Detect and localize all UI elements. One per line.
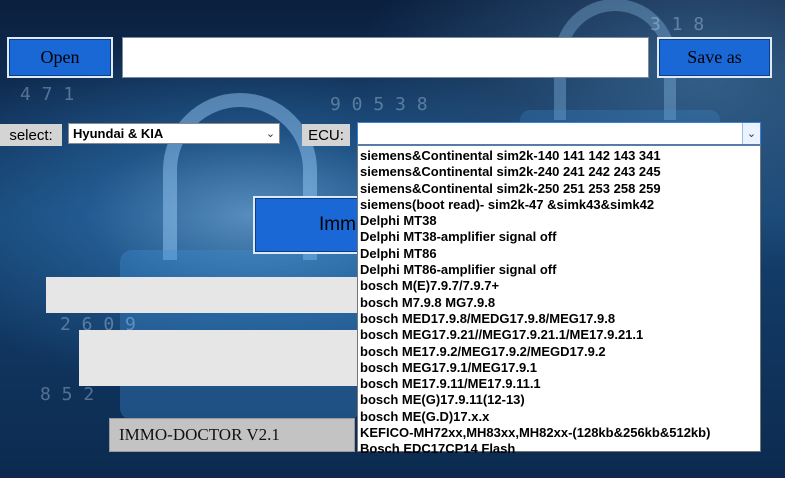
- ecu-option[interactable]: siemens&Continental sim2k-140 141 142 14…: [358, 148, 760, 164]
- ecu-option[interactable]: bosch M(E)7.9.7/7.9.7+: [358, 278, 760, 294]
- immo-button[interactable]: Imm: [253, 196, 373, 254]
- open-button[interactable]: Open: [7, 37, 113, 78]
- svg-text:8 5 2: 8 5 2: [40, 384, 94, 405]
- chevron-down-icon[interactable]: ⌄: [262, 124, 279, 143]
- version-label: IMMO-DOCTOR V2.1: [109, 418, 355, 452]
- save-as-button[interactable]: Save as: [657, 37, 772, 78]
- ecu-option[interactable]: bosch MEG17.9.21//MEG17.9.21.1/ME17.9.21…: [358, 327, 760, 343]
- ecu-option[interactable]: siemens&Continental sim2k-240 241 242 24…: [358, 164, 760, 180]
- immo-button-label: Imm: [319, 214, 356, 235]
- ecu-option[interactable]: Bosch EDC17CP14 Flash: [358, 441, 760, 457]
- svg-text:3 1 8: 3 1 8: [650, 14, 704, 35]
- info-panel: [79, 330, 358, 386]
- ecu-option[interactable]: Delphi MT38: [358, 213, 760, 229]
- ecu-option[interactable]: bosch ME17.9.11/ME17.9.11.1: [358, 376, 760, 392]
- brand-select-value: Hyundai & KIA: [73, 126, 164, 141]
- brand-select[interactable]: Hyundai & KIA ⌄: [68, 123, 280, 144]
- status-bar: [46, 277, 358, 313]
- chevron-down-icon[interactable]: ⌄: [742, 123, 760, 144]
- svg-text:4 7 1: 4 7 1: [20, 84, 74, 105]
- ecu-option[interactable]: Delphi MT86: [358, 246, 760, 262]
- ecu-option[interactable]: bosch M7.9.8 MG7.9.8: [358, 295, 760, 311]
- select-label: select:: [0, 124, 62, 146]
- ecu-select[interactable]: ⌄: [357, 122, 761, 145]
- ecu-option[interactable]: Delphi MT38-amplifier signal off: [358, 229, 760, 245]
- ecu-label: ECU:: [302, 124, 350, 146]
- ecu-option[interactable]: bosch MED17.9.8/MEDG17.9.8/MEG17.9.8: [358, 311, 760, 327]
- ecu-option[interactable]: bosch ME(G.D)17.x.x: [358, 409, 760, 425]
- ecu-dropdown-list[interactable]: siemens&Continental sim2k-140 141 142 14…: [357, 145, 761, 456]
- ecu-option[interactable]: siemens(boot read)- sim2k-47 &simk43&sim…: [358, 197, 760, 213]
- ecu-option[interactable]: KEFICO-MH72xx,MH83xx,MH82xx-(128kb&256kb…: [358, 425, 760, 441]
- file-path-field[interactable]: [122, 37, 649, 78]
- ecu-option[interactable]: bosch ME(G)17.9.11(12-13): [358, 392, 760, 408]
- ecu-option[interactable]: Delphi MT86-amplifier signal off: [358, 262, 760, 278]
- ecu-option[interactable]: bosch MEG17.9.1/MEG17.9.1: [358, 360, 760, 376]
- ecu-option[interactable]: siemens&Continental sim2k-250 251 253 25…: [358, 181, 760, 197]
- svg-text:9 0 5 3 8: 9 0 5 3 8: [330, 94, 428, 115]
- ecu-option[interactable]: bosch ME17.9.2/MEG17.9.2/MEGD17.9.2: [358, 344, 760, 360]
